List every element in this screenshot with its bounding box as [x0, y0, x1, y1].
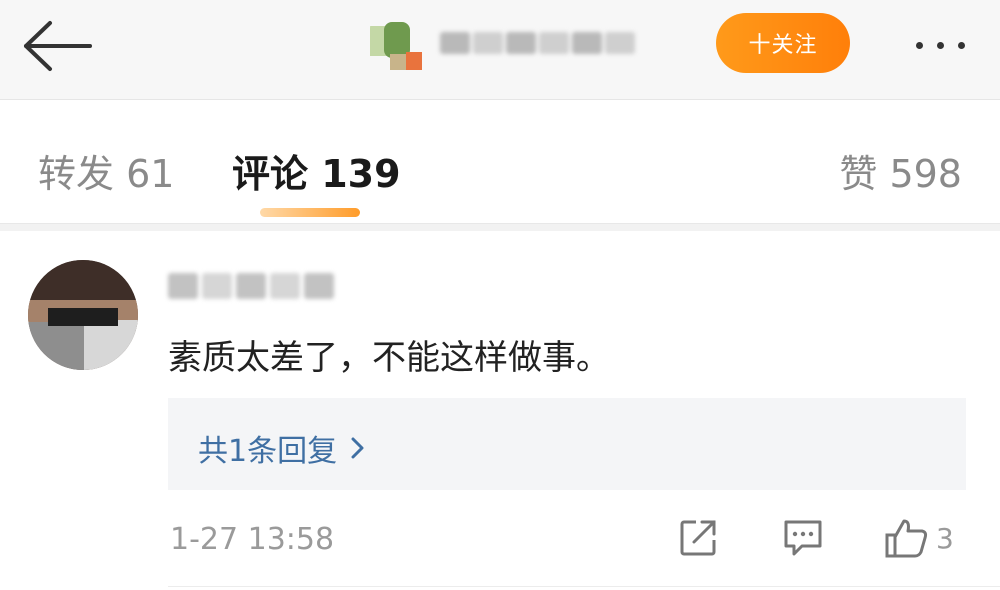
author-avatar[interactable]	[370, 18, 426, 74]
arrow-left-icon	[24, 21, 92, 71]
like-count: 3	[936, 521, 954, 555]
commenter-name-blurred[interactable]	[168, 268, 348, 304]
comment-timestamp: 1-27 13:58	[170, 522, 335, 557]
tab-like[interactable]: 赞 598	[839, 143, 962, 198]
view-replies-label: 共1条回复	[198, 434, 338, 469]
commenter-avatar[interactable]	[28, 260, 138, 370]
more-button[interactable]	[900, 30, 980, 60]
reply-box[interactable]: 共1条回复	[168, 398, 966, 490]
author-name-blurred[interactable]	[440, 28, 640, 58]
back-button[interactable]	[22, 20, 94, 72]
tab-bar: 转发 61 评论 139 赞 598	[0, 101, 1000, 223]
comment-icon	[784, 520, 822, 556]
more-dot	[957, 41, 965, 49]
forward-button[interactable]	[678, 516, 718, 560]
comment-text: 素质太差了，不能这样做事。	[168, 338, 610, 378]
tab-comment[interactable]: 评论 139	[232, 143, 401, 198]
follow-button[interactable]: 十关注	[716, 13, 850, 73]
view-replies-link[interactable]: 共1条回复	[198, 426, 365, 470]
like-button[interactable]: 3	[884, 516, 980, 560]
chevron-right-icon	[351, 437, 364, 459]
more-horizontal-icon	[915, 41, 923, 49]
top-bar: 十关注	[0, 0, 1000, 100]
like-icon	[885, 519, 928, 558]
active-tab-indicator	[260, 208, 360, 217]
tab-repost[interactable]: 转发 61	[38, 143, 174, 198]
forward-icon	[680, 520, 716, 556]
follow-button-label: 十关注	[748, 33, 818, 58]
more-dot	[936, 41, 944, 49]
reply-button[interactable]	[782, 516, 824, 560]
comment-divider	[168, 586, 1000, 587]
section-divider	[0, 223, 1000, 231]
